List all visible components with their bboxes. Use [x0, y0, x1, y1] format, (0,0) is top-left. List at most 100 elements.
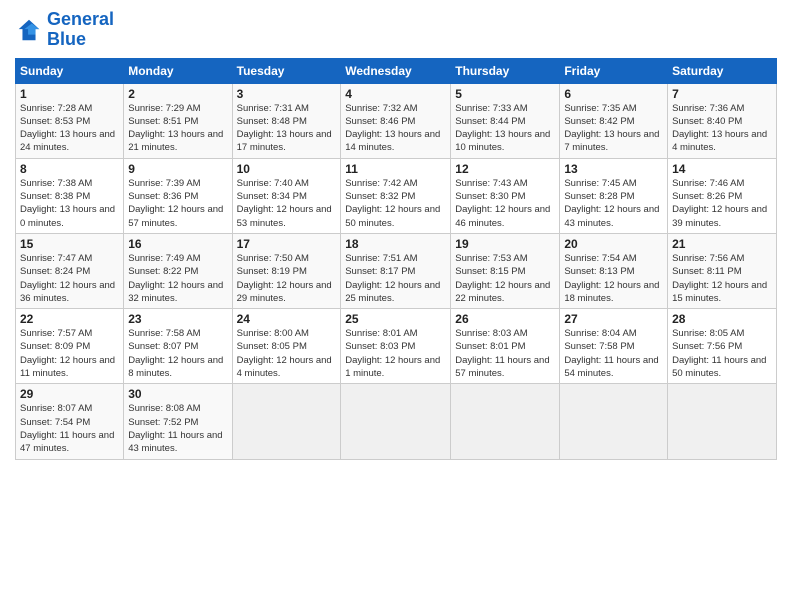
calendar-cell: 1Sunrise: 7:28 AMSunset: 8:53 PMDaylight… [16, 83, 124, 158]
calendar-week-row: 8Sunrise: 7:38 AMSunset: 8:38 PMDaylight… [16, 158, 777, 233]
day-number: 19 [455, 237, 555, 251]
calendar-cell: 26Sunrise: 8:03 AMSunset: 8:01 PMDayligh… [451, 309, 560, 384]
day-info: Sunrise: 7:53 AMSunset: 8:15 PMDaylight:… [455, 252, 555, 305]
day-number: 11 [345, 162, 446, 176]
logo-text: General Blue [47, 10, 114, 50]
day-info: Sunrise: 7:45 AMSunset: 8:28 PMDaylight:… [564, 177, 663, 230]
calendar-table: SundayMondayTuesdayWednesdayThursdayFrid… [15, 58, 777, 460]
calendar-cell: 28Sunrise: 8:05 AMSunset: 7:56 PMDayligh… [668, 309, 777, 384]
day-number: 4 [345, 87, 446, 101]
day-info: Sunrise: 7:32 AMSunset: 8:46 PMDaylight:… [345, 102, 446, 155]
calendar-cell [451, 384, 560, 459]
logo-icon [15, 16, 43, 44]
calendar-cell: 20Sunrise: 7:54 AMSunset: 8:13 PMDayligh… [560, 233, 668, 308]
day-info: Sunrise: 8:08 AMSunset: 7:52 PMDaylight:… [128, 402, 227, 455]
day-number: 23 [128, 312, 227, 326]
day-info: Sunrise: 7:47 AMSunset: 8:24 PMDaylight:… [20, 252, 119, 305]
calendar-cell: 4Sunrise: 7:32 AMSunset: 8:46 PMDaylight… [341, 83, 451, 158]
day-number: 29 [20, 387, 119, 401]
calendar-cell: 22Sunrise: 7:57 AMSunset: 8:09 PMDayligh… [16, 309, 124, 384]
day-info: Sunrise: 8:03 AMSunset: 8:01 PMDaylight:… [455, 327, 555, 380]
calendar-cell [668, 384, 777, 459]
calendar-cell: 24Sunrise: 8:00 AMSunset: 8:05 PMDayligh… [232, 309, 341, 384]
day-number: 13 [564, 162, 663, 176]
day-number: 25 [345, 312, 446, 326]
calendar-day-header: Thursday [451, 58, 560, 83]
day-number: 24 [237, 312, 337, 326]
calendar-cell: 21Sunrise: 7:56 AMSunset: 8:11 PMDayligh… [668, 233, 777, 308]
calendar-cell: 19Sunrise: 7:53 AMSunset: 8:15 PMDayligh… [451, 233, 560, 308]
logo: General Blue [15, 10, 114, 50]
day-number: 2 [128, 87, 227, 101]
day-number: 12 [455, 162, 555, 176]
calendar-day-header: Wednesday [341, 58, 451, 83]
day-info: Sunrise: 7:29 AMSunset: 8:51 PMDaylight:… [128, 102, 227, 155]
day-info: Sunrise: 7:57 AMSunset: 8:09 PMDaylight:… [20, 327, 119, 380]
day-info: Sunrise: 8:07 AMSunset: 7:54 PMDaylight:… [20, 402, 119, 455]
day-info: Sunrise: 8:00 AMSunset: 8:05 PMDaylight:… [237, 327, 337, 380]
calendar-week-row: 1Sunrise: 7:28 AMSunset: 8:53 PMDaylight… [16, 83, 777, 158]
day-number: 3 [237, 87, 337, 101]
day-number: 18 [345, 237, 446, 251]
calendar-cell: 23Sunrise: 7:58 AMSunset: 8:07 PMDayligh… [124, 309, 232, 384]
calendar-day-header: Tuesday [232, 58, 341, 83]
day-info: Sunrise: 7:54 AMSunset: 8:13 PMDaylight:… [564, 252, 663, 305]
day-number: 15 [20, 237, 119, 251]
day-info: Sunrise: 7:35 AMSunset: 8:42 PMDaylight:… [564, 102, 663, 155]
calendar-cell: 17Sunrise: 7:50 AMSunset: 8:19 PMDayligh… [232, 233, 341, 308]
day-info: Sunrise: 7:33 AMSunset: 8:44 PMDaylight:… [455, 102, 555, 155]
calendar-day-header: Monday [124, 58, 232, 83]
day-info: Sunrise: 7:36 AMSunset: 8:40 PMDaylight:… [672, 102, 772, 155]
calendar-cell: 5Sunrise: 7:33 AMSunset: 8:44 PMDaylight… [451, 83, 560, 158]
calendar-cell: 27Sunrise: 8:04 AMSunset: 7:58 PMDayligh… [560, 309, 668, 384]
calendar-cell: 2Sunrise: 7:29 AMSunset: 8:51 PMDaylight… [124, 83, 232, 158]
day-number: 27 [564, 312, 663, 326]
day-info: Sunrise: 8:04 AMSunset: 7:58 PMDaylight:… [564, 327, 663, 380]
day-number: 26 [455, 312, 555, 326]
day-number: 16 [128, 237, 227, 251]
day-info: Sunrise: 7:40 AMSunset: 8:34 PMDaylight:… [237, 177, 337, 230]
day-number: 6 [564, 87, 663, 101]
day-number: 8 [20, 162, 119, 176]
day-number: 17 [237, 237, 337, 251]
day-number: 10 [237, 162, 337, 176]
calendar-header-row: SundayMondayTuesdayWednesdayThursdayFrid… [16, 58, 777, 83]
day-number: 9 [128, 162, 227, 176]
day-info: Sunrise: 7:28 AMSunset: 8:53 PMDaylight:… [20, 102, 119, 155]
calendar-cell: 13Sunrise: 7:45 AMSunset: 8:28 PMDayligh… [560, 158, 668, 233]
calendar-cell [341, 384, 451, 459]
day-info: Sunrise: 7:58 AMSunset: 8:07 PMDaylight:… [128, 327, 227, 380]
day-info: Sunrise: 7:49 AMSunset: 8:22 PMDaylight:… [128, 252, 227, 305]
calendar-cell: 29Sunrise: 8:07 AMSunset: 7:54 PMDayligh… [16, 384, 124, 459]
calendar-day-header: Friday [560, 58, 668, 83]
calendar-cell: 9Sunrise: 7:39 AMSunset: 8:36 PMDaylight… [124, 158, 232, 233]
calendar-cell: 12Sunrise: 7:43 AMSunset: 8:30 PMDayligh… [451, 158, 560, 233]
calendar-day-header: Saturday [668, 58, 777, 83]
calendar-body: 1Sunrise: 7:28 AMSunset: 8:53 PMDaylight… [16, 83, 777, 459]
calendar-cell: 14Sunrise: 7:46 AMSunset: 8:26 PMDayligh… [668, 158, 777, 233]
calendar-cell: 7Sunrise: 7:36 AMSunset: 8:40 PMDaylight… [668, 83, 777, 158]
page-container: General Blue SundayMondayTuesdayWednesda… [0, 0, 792, 470]
calendar-day-header: Sunday [16, 58, 124, 83]
day-info: Sunrise: 8:01 AMSunset: 8:03 PMDaylight:… [345, 327, 446, 380]
calendar-cell: 10Sunrise: 7:40 AMSunset: 8:34 PMDayligh… [232, 158, 341, 233]
day-number: 22 [20, 312, 119, 326]
day-info: Sunrise: 8:05 AMSunset: 7:56 PMDaylight:… [672, 327, 772, 380]
header: General Blue [15, 10, 777, 50]
day-info: Sunrise: 7:51 AMSunset: 8:17 PMDaylight:… [345, 252, 446, 305]
calendar-week-row: 15Sunrise: 7:47 AMSunset: 8:24 PMDayligh… [16, 233, 777, 308]
calendar-week-row: 29Sunrise: 8:07 AMSunset: 7:54 PMDayligh… [16, 384, 777, 459]
calendar-cell: 30Sunrise: 8:08 AMSunset: 7:52 PMDayligh… [124, 384, 232, 459]
day-info: Sunrise: 7:42 AMSunset: 8:32 PMDaylight:… [345, 177, 446, 230]
calendar-cell: 3Sunrise: 7:31 AMSunset: 8:48 PMDaylight… [232, 83, 341, 158]
day-info: Sunrise: 7:46 AMSunset: 8:26 PMDaylight:… [672, 177, 772, 230]
day-info: Sunrise: 7:38 AMSunset: 8:38 PMDaylight:… [20, 177, 119, 230]
day-number: 21 [672, 237, 772, 251]
calendar-cell: 16Sunrise: 7:49 AMSunset: 8:22 PMDayligh… [124, 233, 232, 308]
calendar-cell [232, 384, 341, 459]
calendar-cell: 8Sunrise: 7:38 AMSunset: 8:38 PMDaylight… [16, 158, 124, 233]
calendar-cell: 11Sunrise: 7:42 AMSunset: 8:32 PMDayligh… [341, 158, 451, 233]
day-info: Sunrise: 7:43 AMSunset: 8:30 PMDaylight:… [455, 177, 555, 230]
day-number: 20 [564, 237, 663, 251]
day-number: 1 [20, 87, 119, 101]
